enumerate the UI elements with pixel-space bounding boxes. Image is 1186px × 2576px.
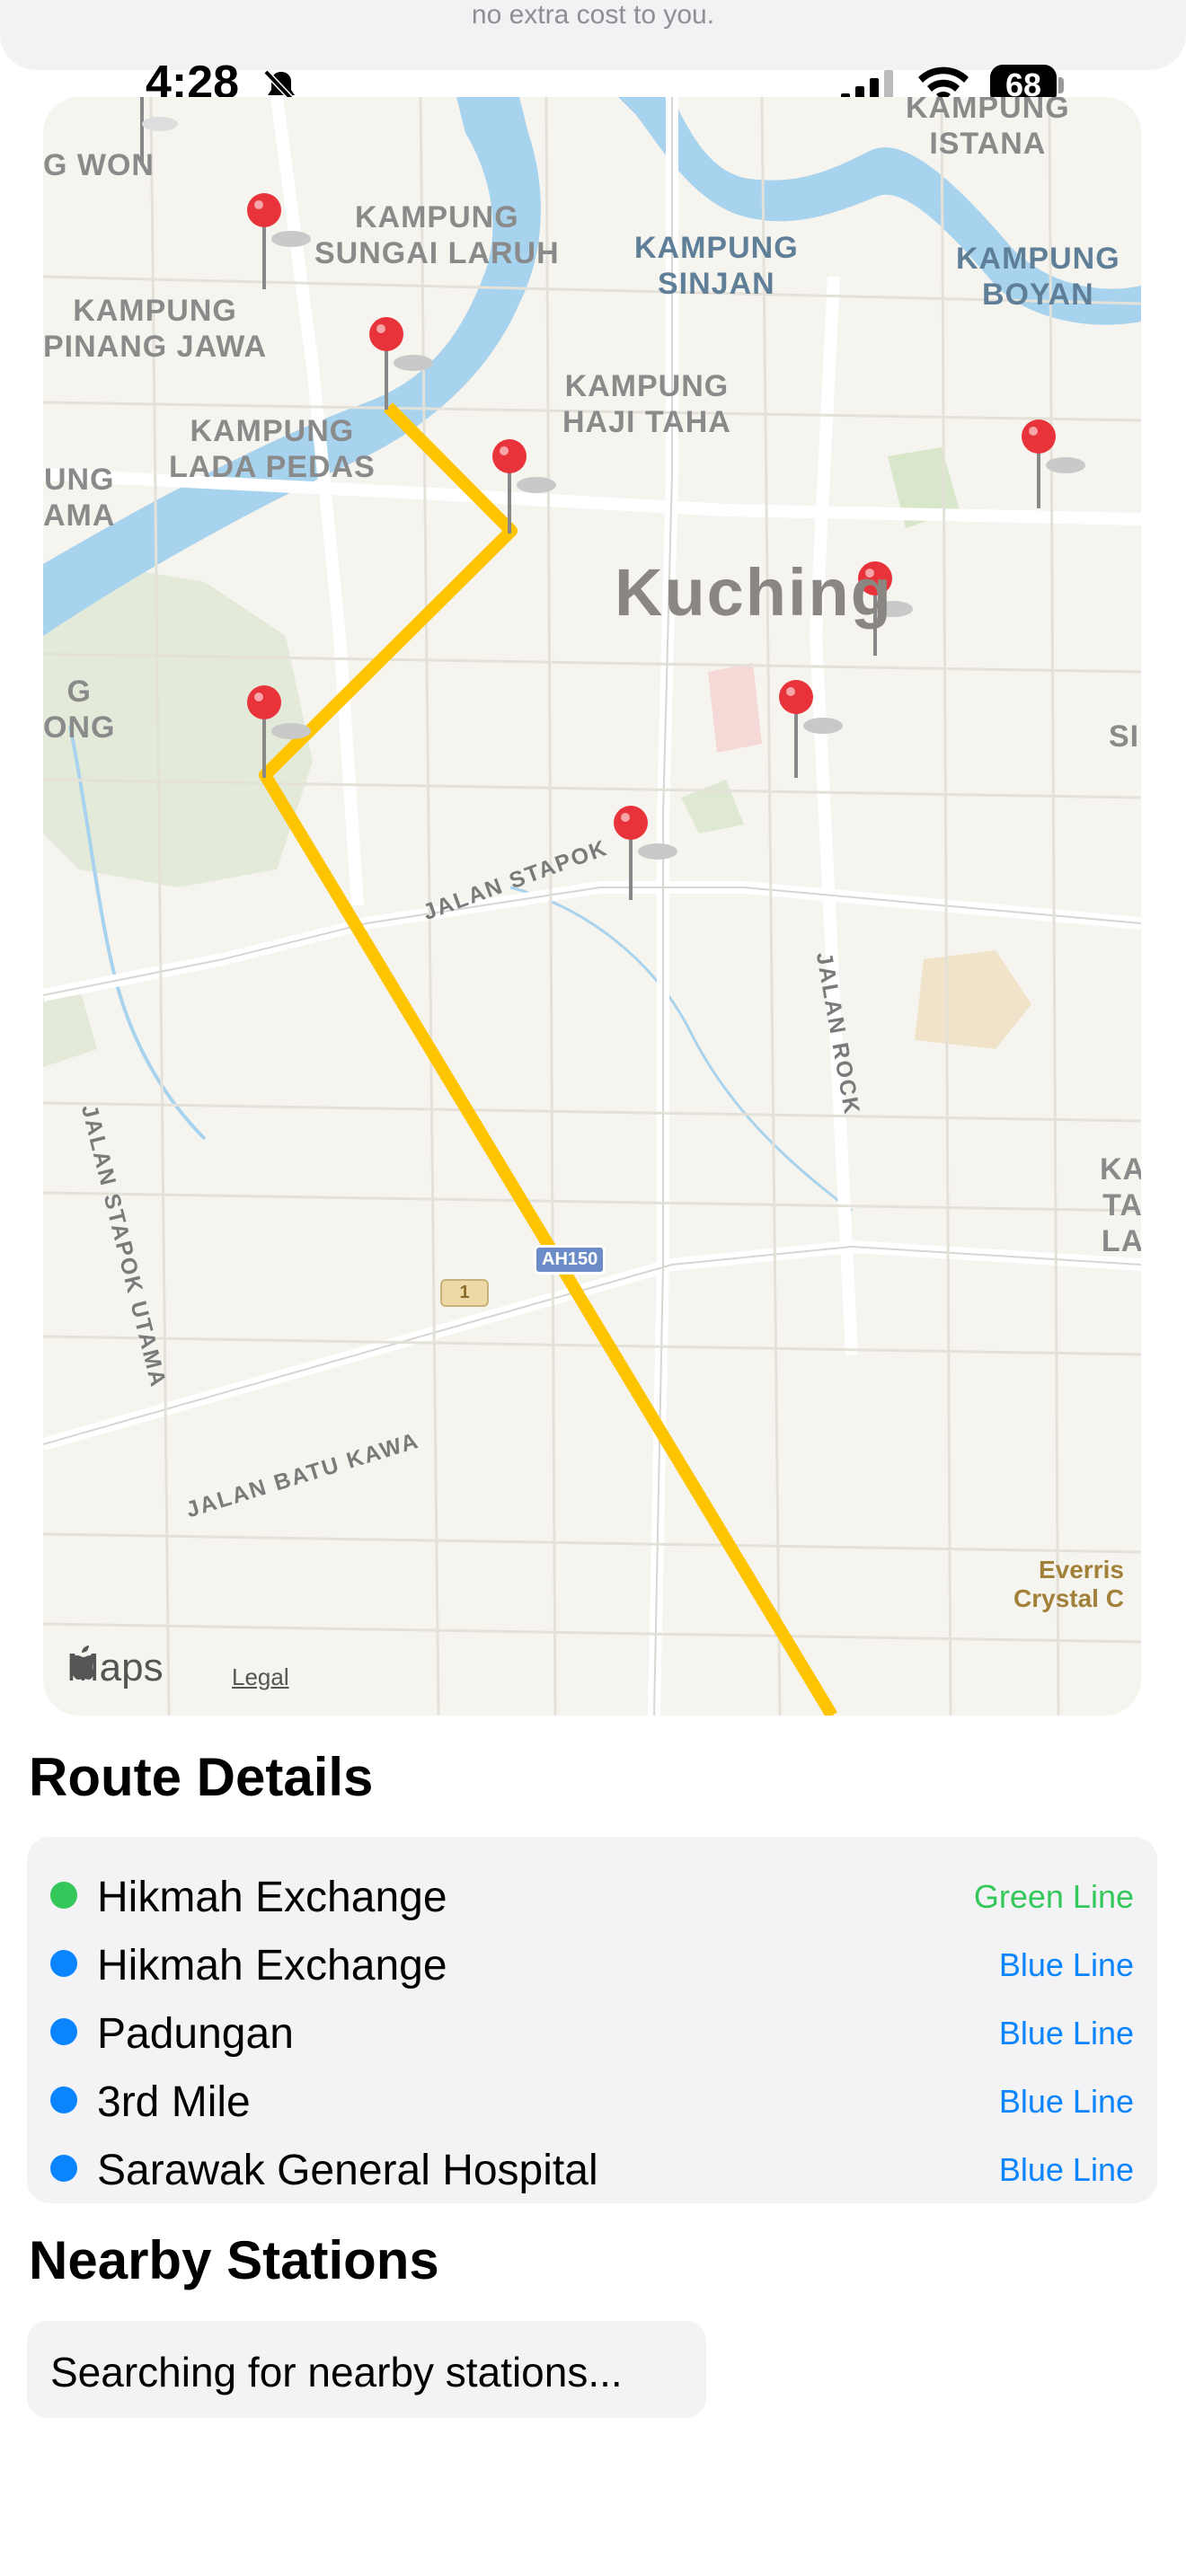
route-badge: 1 — [440, 1279, 489, 1307]
route-stop-row[interactable]: Hikmah Exchange Green Line — [27, 1862, 1157, 1930]
stop-name: Sarawak General Hospital — [97, 2147, 598, 2194]
stop-name: Hikmah Exchange — [97, 1942, 447, 1989]
line-name: Blue Line — [998, 1946, 1134, 1983]
line-name: Blue Line — [998, 2083, 1134, 2120]
nearby-stations-title: Nearby Stations — [29, 2230, 439, 2290]
route-stop-row[interactable]: 3rd Mile Blue Line — [27, 2067, 1157, 2135]
stop-name: 3rd Mile — [97, 2078, 251, 2126]
highway-badge: AH150 — [534, 1245, 606, 1275]
area-label: KAMPUNG LADA PEDAS — [169, 414, 376, 484]
route-stop-row[interactable]: Hikmah Exchange Blue Line — [27, 1930, 1157, 1998]
line-dot-icon — [50, 2018, 77, 2045]
line-name: Blue Line — [998, 2015, 1134, 2051]
area-label: KA TA LA — [1100, 1152, 1141, 1258]
area-label: KAMPUNG SINJAN — [634, 231, 799, 301]
apple-logo-icon — [70, 1645, 96, 1680]
route-details-title: Route Details — [29, 1747, 374, 1807]
line-name: Green Line — [973, 1878, 1134, 1915]
area-label: KAMPUNG PINANG JAWA — [43, 294, 268, 364]
poi-label: Everris Crystal C — [1013, 1556, 1124, 1612]
area-label: UNG AMA — [43, 463, 116, 533]
area-label: SI — [1109, 719, 1140, 754]
area-label: KAMPUNG BOYAN — [956, 242, 1120, 312]
area-label: KAMPUNG ISTANA — [906, 97, 1070, 161]
line-dot-icon — [50, 1950, 77, 1977]
area-label: KAMPUNG HAJI TAHA — [562, 369, 731, 439]
nearby-status-text: Searching for nearby stations... — [50, 2349, 623, 2395]
area-label: G WON — [43, 148, 155, 182]
line-dot-icon — [50, 2155, 77, 2182]
legal-link[interactable]: Legal — [232, 1663, 289, 1691]
city-label: Kuching — [615, 555, 893, 630]
area-label: G ONG — [43, 675, 116, 745]
area-label: KAMPUNG SUNGAI LARUH — [314, 200, 560, 270]
maps-attribution: Maps — [66, 1645, 164, 1690]
map-pin-icon[interactable] — [779, 680, 843, 778]
map-view[interactable]: G WON KAMPUNG SUNGAI LARUH KAMPUNG SINJA… — [43, 97, 1141, 1716]
line-dot-icon — [50, 2086, 77, 2113]
nearby-stations-status: Searching for nearby stations... — [27, 2321, 706, 2418]
stop-name: Padungan — [97, 2010, 294, 2058]
route-stop-row[interactable]: Padungan Blue Line — [27, 1998, 1157, 2067]
stop-name: Hikmah Exchange — [97, 1874, 447, 1921]
banner-text: no extra cost to you. — [471, 0, 715, 30]
route-details-list: Hikmah Exchange Green Line Hikmah Exchan… — [27, 1837, 1157, 2203]
route-stop-row[interactable]: Sarawak General Hospital Blue Line — [27, 2135, 1157, 2203]
line-name: Blue Line — [998, 2151, 1134, 2188]
line-dot-icon — [50, 1882, 77, 1909]
map-pin-icon[interactable] — [1022, 419, 1085, 508]
